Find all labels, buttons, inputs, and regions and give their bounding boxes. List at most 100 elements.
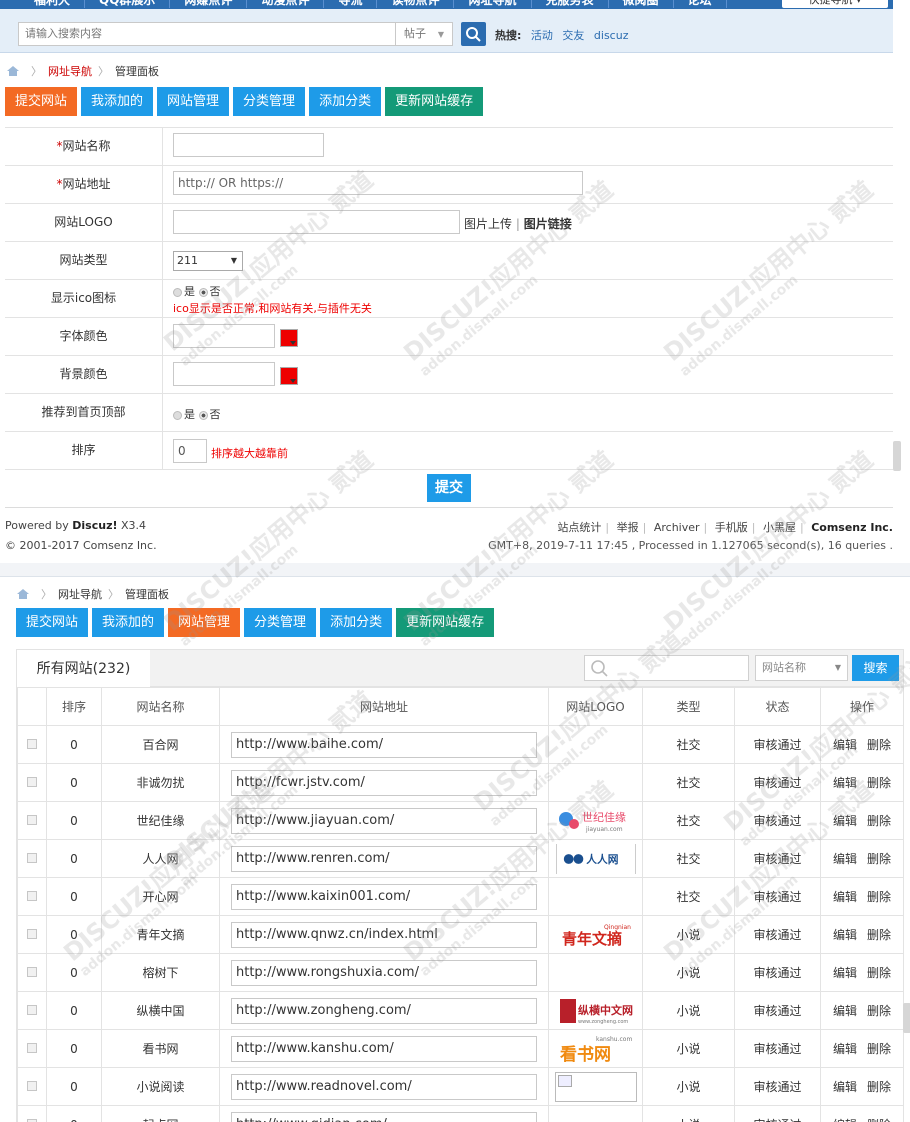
site-url-field[interactable]: http://www.zongheng.com/ bbox=[231, 997, 537, 1024]
search-button[interactable] bbox=[461, 22, 486, 46]
tab-all-sites[interactable]: 所有网站(232) bbox=[17, 650, 150, 687]
color-picker-button[interactable] bbox=[280, 367, 298, 385]
delete-link[interactable]: 删除 bbox=[867, 852, 891, 866]
nav-item[interactable]: 网赚点评 bbox=[170, 0, 248, 8]
nav-item[interactable]: 网址导航 bbox=[454, 0, 532, 8]
tab-add-category[interactable]: 添加分类 bbox=[309, 87, 382, 116]
nav-item[interactable]: 兑服务表 bbox=[532, 0, 609, 8]
scrollbar-thumb[interactable] bbox=[893, 441, 901, 471]
scrollbar-thumb[interactable] bbox=[903, 1003, 910, 1033]
row-checkbox[interactable] bbox=[27, 966, 37, 977]
delete-link[interactable]: 删除 bbox=[867, 890, 891, 904]
nav-item[interactable]: 福利大 bbox=[20, 0, 86, 8]
tab-category-manage[interactable]: 分类管理 bbox=[244, 608, 317, 637]
tab-site-manage[interactable]: 网站管理 bbox=[168, 608, 241, 637]
submit-button[interactable]: 提交 bbox=[427, 474, 471, 502]
site-url-field[interactable]: http://fcwr.jstv.com/ bbox=[231, 769, 537, 796]
delete-link[interactable]: 删除 bbox=[867, 966, 891, 980]
edit-link[interactable]: 编辑 bbox=[833, 1042, 857, 1056]
ico-no-radio[interactable] bbox=[198, 287, 208, 297]
nav-item[interactable]: 导流 bbox=[324, 0, 378, 8]
site-url-field[interactable]: http://www.qidian.com/ bbox=[231, 1111, 537, 1122]
site-name-input[interactable] bbox=[173, 133, 324, 157]
footer-link[interactable]: Archiver bbox=[654, 521, 700, 534]
row-checkbox[interactable] bbox=[27, 1042, 37, 1053]
row-checkbox[interactable] bbox=[27, 814, 37, 825]
site-type-select[interactable]: 211 ▼ bbox=[173, 251, 243, 271]
tab-add-category[interactable]: 添加分类 bbox=[320, 608, 393, 637]
row-checkbox[interactable] bbox=[27, 890, 37, 901]
recommend-no-radio[interactable] bbox=[198, 410, 208, 420]
edit-link[interactable]: 编辑 bbox=[833, 776, 857, 790]
tab-update-cache[interactable]: 更新网站缓存 bbox=[396, 608, 495, 637]
edit-link[interactable]: 编辑 bbox=[833, 814, 857, 828]
edit-link[interactable]: 编辑 bbox=[833, 966, 857, 980]
tab-submit-site[interactable]: 提交网站 bbox=[16, 608, 89, 637]
delete-link[interactable]: 删除 bbox=[867, 776, 891, 790]
breadcrumb-nav-link[interactable]: 网址导航 bbox=[48, 63, 92, 79]
hot-link[interactable]: 活动 bbox=[531, 29, 553, 42]
delete-link[interactable]: 删除 bbox=[867, 1080, 891, 1094]
delete-link[interactable]: 删除 bbox=[867, 1118, 891, 1122]
edit-link[interactable]: 编辑 bbox=[833, 928, 857, 942]
site-url-field[interactable]: http://www.kaixin001.com/ bbox=[231, 883, 537, 910]
site-url-field[interactable]: http://www.kanshu.com/ bbox=[231, 1035, 537, 1062]
edit-link[interactable]: 编辑 bbox=[833, 890, 857, 904]
row-checkbox[interactable] bbox=[27, 1004, 37, 1015]
footer-link[interactable]: 手机版 bbox=[715, 521, 748, 534]
tab-my-added[interactable]: 我添加的 bbox=[92, 608, 165, 637]
edit-link[interactable]: 编辑 bbox=[833, 1118, 857, 1122]
row-checkbox[interactable] bbox=[27, 776, 37, 787]
site-url-field[interactable]: http://www.readnovel.com/ bbox=[231, 1073, 537, 1100]
site-url-field[interactable]: http://www.qnwz.cn/index.html bbox=[231, 921, 537, 948]
logo-upload-link[interactable]: 图片上传 bbox=[464, 217, 512, 231]
tab-submit-site[interactable]: 提交网站 bbox=[5, 87, 78, 116]
tab-update-cache[interactable]: 更新网站缓存 bbox=[385, 87, 484, 116]
filter-search-input[interactable] bbox=[584, 655, 749, 681]
site-url-field[interactable]: http://www.jiayuan.com/ bbox=[231, 807, 537, 834]
filter-search-button[interactable]: 搜索 bbox=[852, 655, 899, 681]
row-checkbox[interactable] bbox=[27, 852, 37, 863]
home-icon[interactable] bbox=[17, 589, 29, 599]
nav-item[interactable]: 微阅圈 bbox=[609, 0, 674, 8]
home-icon[interactable] bbox=[7, 66, 19, 76]
color-picker-button[interactable] bbox=[280, 329, 298, 347]
recommend-yes-radio[interactable] bbox=[173, 410, 182, 420]
tab-category-manage[interactable]: 分类管理 bbox=[233, 87, 306, 116]
delete-link[interactable]: 删除 bbox=[867, 1004, 891, 1018]
site-logo-input[interactable] bbox=[173, 210, 460, 234]
site-url-input[interactable]: http:// OR https:// bbox=[173, 171, 583, 195]
fast-nav-button[interactable]: 快捷导航 ▾ bbox=[782, 0, 888, 8]
footer-link[interactable]: 小黑屋 bbox=[763, 521, 796, 534]
site-url-field[interactable]: http://www.renren.com/ bbox=[231, 845, 537, 872]
discuz-link[interactable]: Discuz! bbox=[72, 519, 117, 532]
hot-link[interactable]: discuz bbox=[594, 29, 629, 42]
filter-field-select[interactable]: 网站名称 ▼ bbox=[755, 655, 848, 681]
row-checkbox[interactable] bbox=[27, 738, 37, 749]
ico-yes-radio[interactable] bbox=[173, 287, 182, 297]
footer-link[interactable]: 举报 bbox=[617, 521, 639, 534]
row-checkbox[interactable] bbox=[27, 928, 37, 939]
comsenz-link[interactable]: Comsenz Inc. bbox=[811, 521, 893, 534]
delete-link[interactable]: 删除 bbox=[867, 814, 891, 828]
nav-item[interactable]: QQ群展示 bbox=[85, 0, 171, 8]
logo-url-link[interactable]: 图片链接 bbox=[524, 217, 572, 231]
site-url-field[interactable]: http://www.baihe.com/ bbox=[231, 731, 537, 758]
hot-link[interactable]: 交友 bbox=[562, 29, 584, 42]
nav-item[interactable]: 读物点评 bbox=[377, 0, 455, 8]
delete-link[interactable]: 删除 bbox=[867, 1042, 891, 1056]
nav-item[interactable]: 论坛 bbox=[674, 0, 727, 8]
edit-link[interactable]: 编辑 bbox=[833, 1004, 857, 1018]
search-input[interactable]: 请输入搜索内容 bbox=[18, 22, 396, 46]
delete-link[interactable]: 删除 bbox=[867, 928, 891, 942]
row-checkbox[interactable] bbox=[27, 1118, 37, 1122]
edit-link[interactable]: 编辑 bbox=[833, 852, 857, 866]
edit-link[interactable]: 编辑 bbox=[833, 738, 857, 752]
tab-my-added[interactable]: 我添加的 bbox=[81, 87, 154, 116]
font-color-input[interactable] bbox=[173, 324, 275, 348]
breadcrumb-nav-link[interactable]: 网址导航 bbox=[58, 586, 102, 602]
sort-input[interactable]: 0 bbox=[173, 439, 207, 463]
bg-color-input[interactable] bbox=[173, 362, 275, 386]
nav-item[interactable]: 动漫点评 bbox=[247, 0, 325, 8]
footer-link[interactable]: 站点统计 bbox=[557, 521, 601, 534]
